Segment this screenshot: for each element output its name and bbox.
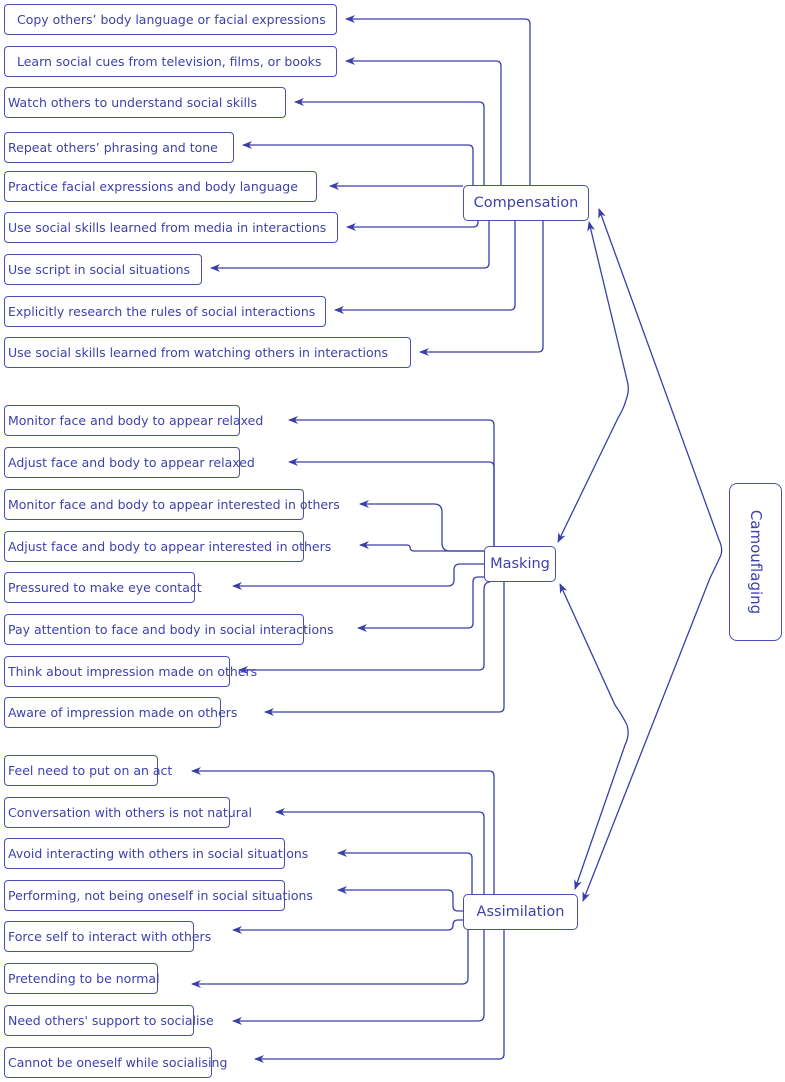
item-box: Watch others to understand social skills [4,87,286,118]
connector-arrow [232,930,485,1025]
connector-arrow [346,221,479,231]
connector-arrow [419,221,544,356]
item-box: Adjust face and body to appear intereste… [4,531,331,562]
item-label: Monitor face and body to appear interest… [8,497,340,512]
item-box: Cannot be oneself while socialising [4,1047,227,1078]
category-label: Compensation [473,195,579,211]
item-box: Force self to interact with others [4,921,211,952]
item-box: Learn social cues from television, films… [4,46,337,77]
item-box: Feel need to put on an act [4,755,172,786]
connector-arrow [345,57,502,185]
item-label: Pressured to make eye contact [8,580,202,595]
item-label: Pretending to be normal [8,971,160,986]
category-label: Assimilation [476,904,565,920]
item-box: Pretending to be normal [4,963,160,994]
connector-arrow [288,416,495,546]
item-label: Aware of impression made on others [8,705,238,720]
connector-arrow [191,767,495,894]
connector-arrow [359,500,484,552]
item-box: Use script in social situations [4,254,202,285]
item-label: Pay attention to face and body in social… [8,622,334,637]
item-label: Need others' support to socialise [8,1013,214,1028]
item-box: Adjust face and body to appear relaxed [4,447,255,478]
item-box: Use social skills learned from media in … [4,212,338,243]
item-box: Think about impression made on others [4,656,257,687]
item-label: Use social skills learned from media in … [8,220,327,235]
category-node-assimilation: Assimilation [463,894,578,930]
item-label: Learn social cues from television, films… [17,54,322,69]
item-label: Feel need to put on an act [8,763,173,778]
item-label: Avoid interacting with others in social … [8,846,309,861]
item-label: Watch others to understand social skills [8,95,258,110]
root-label: Camouflaging [746,509,765,615]
item-box: Pay attention to face and body in social… [4,614,334,645]
item-label: Copy others’ body language or facial exp… [17,12,326,27]
item-box: Performing, not being oneself in social … [4,880,313,911]
category-label: Masking [490,556,550,572]
root-connector-compensation [598,208,723,556]
item-label: Adjust face and body to appear relaxed [8,455,255,470]
category-node-masking: Masking [484,546,556,582]
item-label: Performing, not being oneself in social … [8,888,313,903]
item-box: Explicitly research the rules of social … [4,296,326,327]
connector-arrow [232,563,484,590]
item-box: Monitor face and body to appear interest… [4,489,340,520]
item-label: Think about impression made on others [8,664,258,679]
item-box: Repeat others’ phrasing and tone [4,132,234,163]
item-label: Cannot be oneself while socialising [8,1055,228,1070]
connector-comp-mask-down [557,399,627,543]
connector-comp-mask-up [587,221,629,401]
item-box: Aware of impression made on others [4,697,237,728]
connector-arrow [254,930,505,1063]
item-box: Monitor face and body to appear relaxed [4,405,263,436]
item-box: Avoid interacting with others in social … [4,838,308,869]
item-label: Use social skills learned from watching … [8,345,389,360]
item-label: Conversation with others is not natural [8,805,252,820]
item-label: Repeat others’ phrasing and tone [8,140,218,155]
connector-arrow [191,930,469,988]
connector-arrow [337,849,473,894]
root-connector-assimilation [582,554,722,902]
item-label: Monitor face and body to appear relaxed [8,413,264,428]
item-label: Explicitly research the rules of social … [8,304,316,319]
item-label: Use script in social situations [8,262,191,277]
item-box: Practice facial expressions and body lan… [4,171,317,202]
category-node-compensation: Compensation [463,185,589,221]
connector-arrow [264,582,505,716]
item-label: Adjust face and body to appear intereste… [8,539,332,554]
connector-arrow [337,886,463,912]
item-label: Practice facial expressions and body lan… [8,179,298,194]
item-label: Force self to interact with others [8,929,212,944]
item-box: Conversation with others is not natural [4,797,252,828]
item-box: Pressured to make eye contact [4,572,202,603]
root-node-camouflaging: Camouflaging [729,483,782,641]
connector-arrow [294,98,485,185]
connector-arrow [232,919,463,934]
item-box: Need others' support to socialise [4,1005,214,1036]
item-box: Copy others’ body language or facial exp… [4,4,337,35]
connector-arrow [357,576,484,632]
connector-mask-assim-up [559,583,628,726]
connector-arrow [359,541,484,552]
item-box: Use social skills learned from watching … [4,337,411,368]
camouflaging-diagram: Copy others’ body language or facial exp… [0,0,785,1082]
